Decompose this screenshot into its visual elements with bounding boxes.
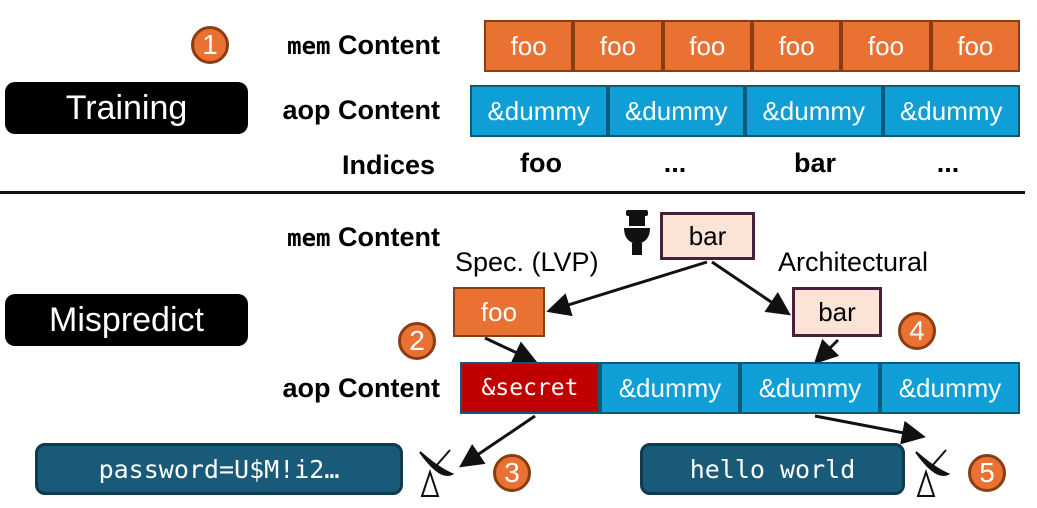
satellite-dish-icon	[419, 449, 455, 497]
mem-value-box: bar	[660, 212, 755, 260]
step-4-badge: 4	[898, 312, 936, 350]
arch-label: Architectural	[778, 247, 929, 277]
arrow-foo-to-secret	[484, 336, 538, 364]
step-3-badge: 3	[493, 454, 531, 492]
secret-cell: &secret	[460, 362, 600, 414]
arrow-to-arch	[711, 260, 791, 316]
arrow-bar-to-dummy	[813, 338, 840, 365]
satellite-dish-icon	[915, 449, 951, 497]
aop-cell: &dummy	[600, 362, 740, 414]
arrow-secret-to-leak	[459, 414, 536, 468]
flush-toilet-icon	[624, 210, 650, 255]
step-2-badge: 2	[398, 322, 436, 360]
leaked-normal-box: hello world	[640, 443, 905, 495]
arch-value-box: bar	[792, 287, 882, 337]
leaked-secret-box: password=U$M!i2…	[35, 443, 403, 495]
mispredict-aop-row: &secret &dummy &dummy &dummy	[460, 362, 1020, 414]
spec-value-box: foo	[453, 287, 545, 337]
arrow-dummy-to-leak	[814, 414, 926, 445]
aop-cell: &dummy	[880, 362, 1020, 414]
aop-cell: &dummy	[740, 362, 880, 414]
step-5-badge: 5	[968, 454, 1006, 492]
spec-label: Spec. (LVP)	[455, 247, 599, 277]
